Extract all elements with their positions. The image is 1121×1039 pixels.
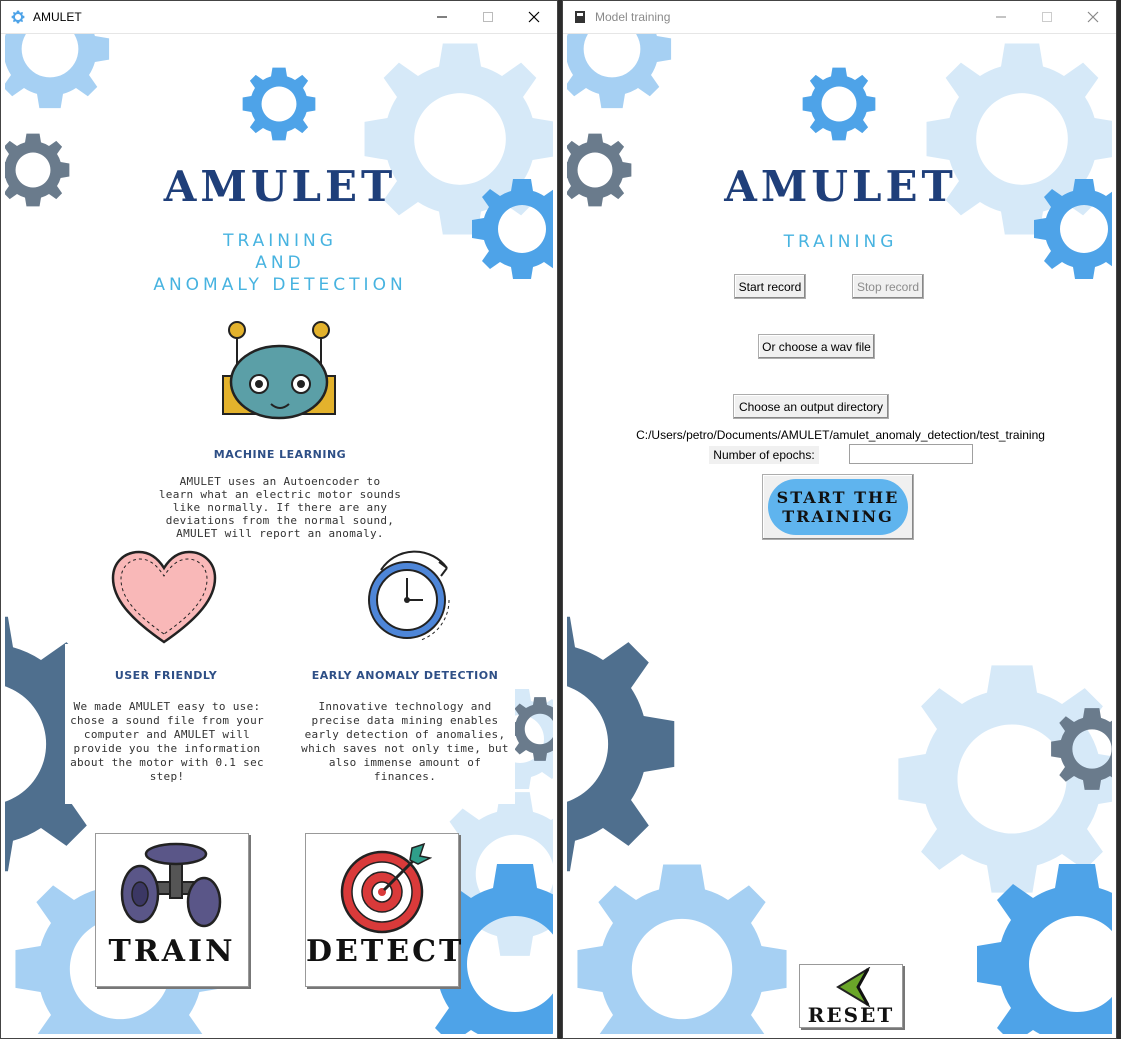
training-canvas: AMULET TRAINING Start record Stop record…	[567, 34, 1112, 1034]
stop-record-button[interactable]: Stop record	[852, 274, 924, 299]
train-button[interactable]: TRAIN	[95, 833, 249, 987]
close-button[interactable]	[1070, 1, 1116, 33]
bg-gear-icon	[567, 616, 675, 872]
maximize-button[interactable]	[465, 1, 511, 33]
subtitle-line: ANOMALY DETECTION	[153, 275, 407, 295]
close-icon	[528, 11, 540, 23]
main-titlebar: AMULET	[1, 1, 557, 34]
bg-gear-icon	[1051, 708, 1112, 790]
text-line: learn what an electric motor sounds	[158, 488, 402, 501]
text-line: computer and AMULET will	[83, 728, 251, 741]
ml-description: AMULET uses an Autoencoder to learn what…	[5, 475, 553, 540]
close-button[interactable]	[511, 1, 557, 33]
text-line: We made AMULET easy to use:	[73, 700, 261, 713]
bg-gear-icon	[977, 864, 1112, 1034]
brand-title: AMULET	[724, 162, 957, 211]
text-line: provide you the information	[73, 742, 261, 755]
detect-button[interactable]: DETECT	[305, 833, 465, 987]
output-path-label: C:/Users/petro/Documents/AMULET/amulet_a…	[636, 428, 1045, 442]
app-window-icon	[575, 11, 585, 23]
maximize-icon	[1042, 12, 1052, 22]
early-detection-description: Innovative technology and precise data m…	[285, 700, 525, 784]
text-line: also immense amount of	[328, 756, 482, 769]
brand-subtitle: TRAINING AND ANOMALY DETECTION	[5, 230, 553, 296]
epochs-label: Number of epochs:	[709, 446, 819, 464]
clock-icon	[368, 550, 450, 641]
subtitle-line: TRAINING	[223, 231, 337, 251]
minimize-button[interactable]	[419, 1, 465, 33]
user-friendly-title: USER FRIENDLY	[114, 669, 218, 682]
choose-wav-button[interactable]: Or choose a wav file	[758, 334, 875, 359]
maximize-icon	[483, 12, 493, 22]
epochs-input[interactable]	[849, 444, 973, 464]
close-icon	[1087, 11, 1099, 23]
brand-subtitle: TRAINING	[783, 232, 898, 252]
subtitle-line: AND	[255, 253, 305, 273]
start-record-button[interactable]: Start record	[734, 274, 806, 299]
heart-icon	[111, 550, 217, 644]
bg-gear-icon	[567, 34, 672, 109]
minimize-icon	[437, 16, 447, 18]
logo-gear-icon	[802, 67, 876, 141]
text-line: which saves not only time, but	[301, 742, 509, 755]
app-gear-icon	[11, 10, 25, 24]
bg-gear-icon	[577, 864, 787, 1034]
start-training-button[interactable]: START THE TRAINING	[762, 474, 914, 540]
training-window: Model training AMULET TRAINING Start rec…	[562, 0, 1117, 1039]
text-line: precise data mining enables	[311, 714, 499, 727]
text-line: step!	[149, 770, 185, 783]
text-line: deviations from the normal sound,	[165, 514, 395, 527]
minimize-button[interactable]	[978, 1, 1024, 33]
detect-label: DETECT	[306, 934, 465, 969]
maximize-button[interactable]	[1024, 1, 1070, 33]
window-title: AMULET	[33, 10, 82, 24]
reset-button[interactable]: RESET	[799, 964, 903, 1028]
logo-gear-icon	[242, 67, 316, 141]
window-title: Model training	[595, 10, 671, 24]
reset-label: RESET	[807, 1003, 895, 1027]
text-line: like normally. If there are any	[172, 501, 388, 514]
robot-icon	[222, 321, 336, 420]
text-line: AMULET will report an anomaly.	[176, 527, 384, 540]
back-arrow-icon	[836, 967, 871, 1007]
text-line: AMULET uses an Autoencoder to	[179, 475, 381, 488]
text-line: chose a sound file from your	[70, 714, 264, 727]
ml-title: MACHINE LEARNING	[213, 448, 347, 461]
minimize-icon	[996, 16, 1006, 18]
main-window: AMULET AMULET TRAINING AND ANOMALY DETEC…	[0, 0, 558, 1039]
early-detection-title: EARLY ANOMALY DETECTION	[311, 669, 499, 682]
choose-output-directory-button[interactable]: Choose an output directory	[733, 394, 889, 419]
user-friendly-description: We made AMULET easy to use: chose a soun…	[47, 700, 287, 784]
target-icon	[340, 842, 432, 934]
bg-gear-icon	[5, 34, 110, 109]
text-line: early detection of anomalies,	[304, 728, 506, 741]
start-training-line: TRAINING	[782, 507, 894, 526]
text-line: Innovative technology and	[318, 700, 492, 713]
start-training-pill: START THE TRAINING	[768, 479, 908, 535]
main-canvas: AMULET TRAINING AND ANOMALY DETECTION MA…	[5, 34, 553, 1034]
brand-title: AMULET	[163, 162, 397, 211]
train-label: TRAIN	[108, 934, 236, 969]
text-line: finances.	[373, 770, 437, 783]
training-titlebar: Model training	[563, 1, 1116, 34]
start-training-line: START THE	[776, 488, 900, 507]
dumbbell-icon	[120, 842, 222, 928]
text-line: about the motor with 0.1 sec	[70, 756, 264, 769]
